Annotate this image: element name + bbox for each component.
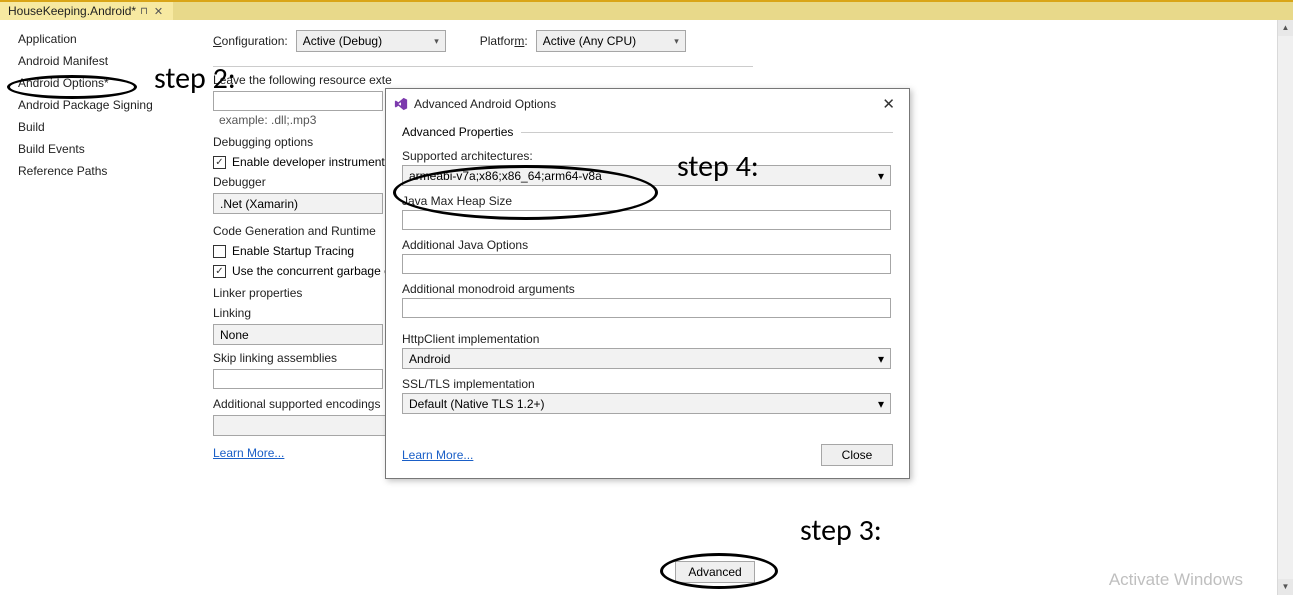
close-icon[interactable]: ✕: [152, 5, 165, 18]
pin-icon[interactable]: ⊓: [140, 6, 148, 17]
vertical-scrollbar[interactable]: ▲ ▼: [1277, 20, 1293, 595]
resource-ext-input[interactable]: [213, 91, 383, 111]
additional-java-options-input[interactable]: [402, 254, 891, 274]
sidebar-item-reference-paths[interactable]: Reference Paths: [0, 160, 195, 182]
annotation-step-3: step 3:: [800, 512, 882, 549]
sidebar-item-label: Android Manifest: [18, 54, 108, 68]
sidebar-item-label: Application: [18, 32, 77, 46]
sidebar-item-label: Android Options*: [18, 76, 109, 90]
httpclient-dropdown[interactable]: Android ▾: [402, 348, 891, 369]
visual-studio-icon: [394, 97, 408, 111]
debugger-dropdown[interactable]: .Net (Xamarin): [213, 193, 383, 214]
dropdown-value: Active (Any CPU): [543, 34, 636, 48]
checkbox-label: Enable Startup Tracing: [232, 244, 354, 258]
learn-more-link[interactable]: Learn More...: [402, 448, 473, 462]
configuration-dropdown[interactable]: Active (Debug) ▾: [296, 30, 446, 52]
sidebar-item-label: Android Package Signing: [18, 98, 153, 112]
section-label: Advanced Properties: [402, 125, 513, 139]
close-button[interactable]: Close: [821, 444, 893, 466]
chevron-down-icon: ▾: [878, 169, 884, 183]
document-tab-housekeeping[interactable]: HouseKeeping.Android* ⊓ ✕: [0, 2, 173, 20]
chevron-down-icon: ▾: [878, 397, 884, 411]
additional-monodroid-args-input[interactable]: [402, 298, 891, 318]
additional-monodroid-args-label: Additional monodroid arguments: [402, 282, 893, 296]
annotation-step-2: step 2:: [154, 60, 236, 97]
dropdown-value: .Net (Xamarin): [220, 197, 298, 211]
advanced-button[interactable]: Advanced: [675, 561, 755, 583]
supported-architectures-dropdown[interactable]: armeabi-v7a;x86;x86_64;arm64-v8a ▾: [402, 165, 891, 186]
sidebar-item-build-events[interactable]: Build Events: [0, 138, 195, 160]
checkbox-label: Use the concurrent garbage c: [232, 264, 390, 278]
httpclient-label: HttpClient implementation: [402, 332, 893, 346]
dropdown-value: Active (Debug): [303, 34, 382, 48]
scroll-down-icon[interactable]: ▼: [1278, 579, 1293, 595]
dropdown-value: Default (Native TLS 1.2+): [409, 397, 545, 411]
dropdown-value: armeabi-v7a;x86;x86_64;arm64-v8a: [409, 169, 602, 183]
chevron-down-icon: ▾: [434, 36, 439, 47]
scroll-up-icon[interactable]: ▲: [1278, 20, 1293, 36]
platform-dropdown[interactable]: Active (Any CPU) ▾: [536, 30, 686, 52]
windows-activation-watermark: Activate Windows: [1109, 570, 1243, 590]
dialog-body: Advanced Properties Supported architectu…: [386, 119, 909, 478]
config-row: Configuration: Active (Debug) ▾ Platform…: [213, 30, 1273, 52]
java-max-heap-input[interactable]: [402, 210, 891, 230]
ssl-tls-dropdown[interactable]: Default (Native TLS 1.2+) ▾: [402, 393, 891, 414]
sidebar-item-label: Build: [18, 120, 45, 134]
linking-dropdown[interactable]: None: [213, 324, 383, 345]
platform-label: Platform:: [480, 34, 528, 48]
sidebar-item-build[interactable]: Build: [0, 116, 195, 138]
skip-linking-input[interactable]: [213, 369, 383, 389]
java-max-heap-label: Java Max Heap Size: [402, 194, 893, 208]
chevron-down-icon: ▾: [878, 352, 884, 366]
tab-title: HouseKeeping.Android*: [8, 4, 136, 18]
close-icon[interactable]: ✕: [876, 95, 901, 113]
checkbox-unchecked-icon[interactable]: [213, 245, 226, 258]
divider: [213, 66, 753, 67]
configuration-label: Configuration:: [213, 34, 288, 48]
document-tabstrip: HouseKeeping.Android* ⊓ ✕: [0, 0, 1293, 20]
learn-more-link[interactable]: Learn More...: [213, 446, 284, 460]
checkbox-checked-icon[interactable]: [213, 156, 226, 169]
sidebar-item-label: Build Events: [18, 142, 85, 156]
checkbox-checked-icon[interactable]: [213, 265, 226, 278]
dialog-title: Advanced Android Options: [414, 97, 870, 111]
dialog-titlebar: Advanced Android Options ✕: [386, 89, 909, 119]
annotation-step-4: step 4:: [677, 148, 759, 185]
ssl-tls-label: SSL/TLS implementation: [402, 377, 893, 391]
advanced-android-options-dialog: Advanced Android Options ✕ Advanced Prop…: [385, 88, 910, 479]
supported-architectures-label: Supported architectures:: [402, 149, 893, 163]
dialog-footer: Learn More... Close: [402, 444, 893, 466]
additional-java-options-label: Additional Java Options: [402, 238, 893, 252]
resource-ext-label: Leave the following resource exte: [213, 73, 1273, 87]
properties-sidebar: Application Android Manifest Android Opt…: [0, 20, 195, 595]
checkbox-label: Enable developer instrumenta: [232, 155, 391, 169]
dialog-section-header: Advanced Properties: [402, 125, 893, 139]
sidebar-item-application[interactable]: Application: [0, 28, 195, 50]
dropdown-value: None: [220, 328, 249, 342]
chevron-down-icon: ▾: [674, 36, 679, 47]
divider: [521, 132, 893, 133]
sidebar-item-android-package-signing[interactable]: Android Package Signing: [0, 94, 195, 116]
dropdown-value: Android: [409, 352, 450, 366]
sidebar-item-label: Reference Paths: [18, 164, 107, 178]
scroll-track[interactable]: [1278, 36, 1293, 579]
